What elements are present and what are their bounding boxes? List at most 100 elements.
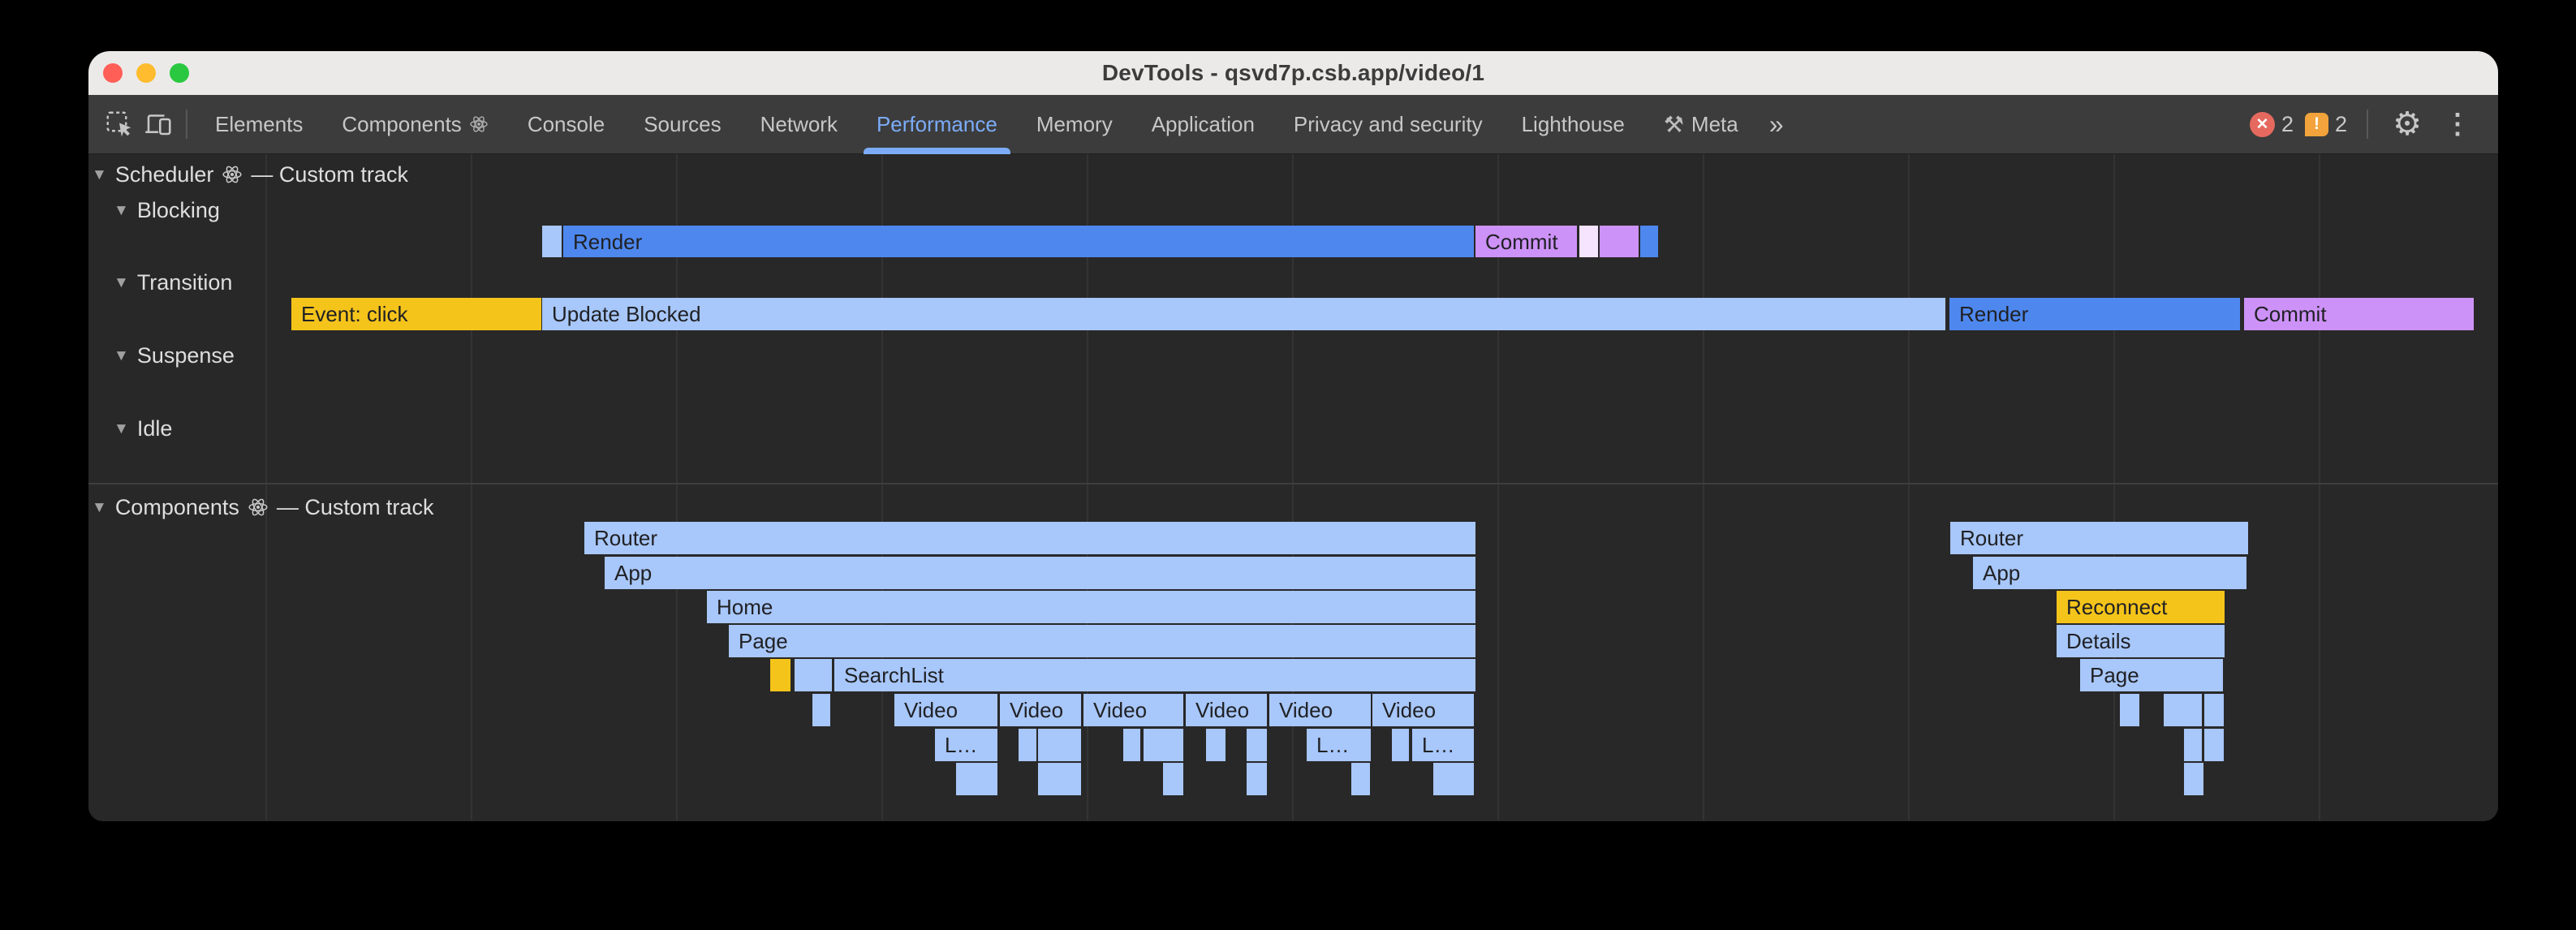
flame-bar[interactable]	[1038, 729, 1081, 761]
titlebar[interactable]: DevTools - qsvd7p.csb.app/video/1	[88, 51, 2498, 95]
tab-elements[interactable]: Elements	[196, 95, 322, 154]
flame-bar[interactable]	[1247, 729, 1267, 761]
inspect-icon[interactable]	[100, 102, 139, 146]
flame-bar-video[interactable]: Video	[1083, 694, 1183, 726]
collapse-triangle-icon: ▼	[92, 166, 107, 184]
flame-bar-page[interactable]: Page	[729, 625, 1475, 657]
track-header-scheduler[interactable]: ▼ Scheduler — Custom track	[92, 162, 408, 187]
flame-bar[interactable]	[1351, 763, 1370, 795]
flame-bar-video[interactable]: Video	[1000, 694, 1081, 726]
flame-bar-video[interactable]: Video	[1186, 694, 1267, 726]
minimize-button[interactable]	[136, 63, 156, 83]
lane-title: Suspense	[137, 343, 235, 368]
tab-label: Sources	[644, 112, 721, 137]
flame-bar-l[interactable]: L…	[1307, 729, 1371, 761]
flame-bar[interactable]	[2184, 729, 2202, 761]
tab-privacy-and-security[interactable]: Privacy and security	[1274, 95, 1502, 154]
flame-bar-label: L…	[935, 734, 977, 756]
collapse-triangle-icon: ▼	[114, 420, 129, 438]
lane-label-idle[interactable]: ▼ Idle	[114, 416, 172, 441]
tab-performance[interactable]: Performance	[857, 95, 1017, 154]
tab-memory[interactable]: Memory	[1017, 95, 1132, 154]
flame-bar-l[interactable]: L…	[1412, 729, 1474, 761]
tab-label: Privacy and security	[1294, 112, 1483, 137]
flame-bar-app[interactable]: App	[605, 557, 1475, 589]
devtools-toolbar: ElementsComponents Console Sources Network…	[88, 95, 2498, 154]
track-title: Scheduler	[115, 162, 214, 187]
tab-console[interactable]: Console	[508, 95, 624, 154]
flame-bar[interactable]	[1640, 226, 1658, 257]
tab-components[interactable]: Components	[322, 95, 507, 154]
track-header-components[interactable]: ▼ Components — Custom track	[92, 495, 433, 519]
flame-bar-reconnect[interactable]: Reconnect	[2057, 591, 2225, 623]
flame-bar[interactable]	[1433, 763, 1474, 795]
more-tabs-chevron-icon[interactable]: »	[1758, 110, 1795, 140]
flame-bar-commit[interactable]: Commit	[2244, 298, 2474, 330]
flame-bar[interactable]	[2204, 729, 2224, 761]
kebab-menu-icon[interactable]: ⋮	[2438, 102, 2477, 146]
flame-bar[interactable]	[795, 659, 832, 691]
panel-tabs: ElementsComponents Console Sources Network…	[196, 95, 1758, 154]
flame-bar[interactable]	[1123, 729, 1140, 761]
flame-bar-label: Render	[563, 231, 642, 252]
flame-bar-searchlist[interactable]: SearchList	[834, 659, 1475, 691]
flame-bar-video[interactable]: Video	[1269, 694, 1371, 726]
flame-bar[interactable]	[1144, 729, 1183, 761]
close-button[interactable]	[103, 63, 123, 83]
flame-bar-router[interactable]: Router	[1950, 522, 2248, 554]
device-toolbar-icon[interactable]	[139, 102, 178, 146]
flame-bar[interactable]	[956, 763, 997, 795]
gridline	[265, 154, 267, 820]
flame-bar-video[interactable]: Video	[894, 694, 997, 726]
flame-bar-update-blocked[interactable]: Update Blocked	[542, 298, 1945, 330]
flame-bar[interactable]	[812, 694, 830, 726]
flame-bar[interactable]	[1206, 729, 1226, 761]
flame-bar-app[interactable]: App	[1973, 557, 2246, 589]
tab-network[interactable]: Network	[741, 95, 857, 154]
flame-bar[interactable]	[770, 659, 790, 691]
error-badge[interactable]: ✕ 2	[2250, 112, 2294, 137]
flame-bar[interactable]	[1392, 729, 1409, 761]
flame-bar-home[interactable]: Home	[707, 591, 1475, 623]
tab-application[interactable]: Application	[1132, 95, 1274, 154]
flame-bar[interactable]	[2184, 763, 2203, 795]
collapse-triangle-icon: ▼	[114, 202, 129, 220]
lane-label-suspense[interactable]: ▼ Suspense	[114, 343, 235, 368]
flame-bar[interactable]	[2164, 694, 2202, 726]
flame-bar[interactable]	[1019, 729, 1036, 761]
flame-bar-render[interactable]: Render	[563, 226, 1474, 257]
flame-bar-label: Commit	[2244, 304, 2327, 325]
flame-bar-label: Video	[1186, 700, 1249, 721]
flame-bar-l[interactable]: L…	[935, 729, 997, 761]
tab-lighthouse[interactable]: Lighthouse	[1502, 95, 1644, 154]
lane-label-blocking[interactable]: ▼ Blocking	[114, 198, 220, 222]
flame-bar-label: Router	[1950, 527, 2023, 549]
flame-bar-label: Video	[1269, 700, 1333, 721]
flame-bar[interactable]	[1579, 226, 1598, 257]
warning-badge[interactable]: ! 2	[2305, 112, 2347, 137]
flame-bar-page[interactable]: Page	[2080, 659, 2223, 691]
performance-flamechart[interactable]: ▼ Scheduler — Custom track▼ Blocking▼ Tr…	[88, 154, 2498, 820]
flame-bar[interactable]	[542, 226, 562, 257]
flame-bar-label: SearchList	[834, 665, 944, 686]
flame-bar-details[interactable]: Details	[2057, 625, 2225, 657]
flame-bar[interactable]	[1038, 763, 1081, 795]
flame-bar[interactable]	[2120, 694, 2139, 726]
tab-meta[interactable]: ⚒Meta	[1644, 95, 1758, 154]
flame-bar-event-click[interactable]: Event: click	[291, 298, 541, 330]
settings-gear-icon[interactable]: ⚙	[2388, 102, 2427, 146]
lane-title: Blocking	[137, 198, 220, 223]
flame-bar-render[interactable]: Render	[1949, 298, 2240, 330]
flame-bar-video[interactable]: Video	[1372, 694, 1474, 726]
flame-bar-label: Details	[2057, 631, 2130, 652]
lane-label-transition[interactable]: ▼ Transition	[114, 270, 232, 295]
zoom-button[interactable]	[170, 63, 189, 83]
lane-title: Transition	[137, 270, 233, 295]
flame-bar-commit[interactable]: Commit	[1475, 226, 1577, 257]
flame-bar-router[interactable]: Router	[584, 522, 1475, 554]
flame-bar[interactable]	[1600, 226, 1639, 257]
flame-bar[interactable]	[1163, 763, 1183, 795]
tab-sources[interactable]: Sources	[624, 95, 740, 154]
flame-bar[interactable]	[2204, 694, 2224, 726]
flame-bar[interactable]	[1247, 763, 1267, 795]
